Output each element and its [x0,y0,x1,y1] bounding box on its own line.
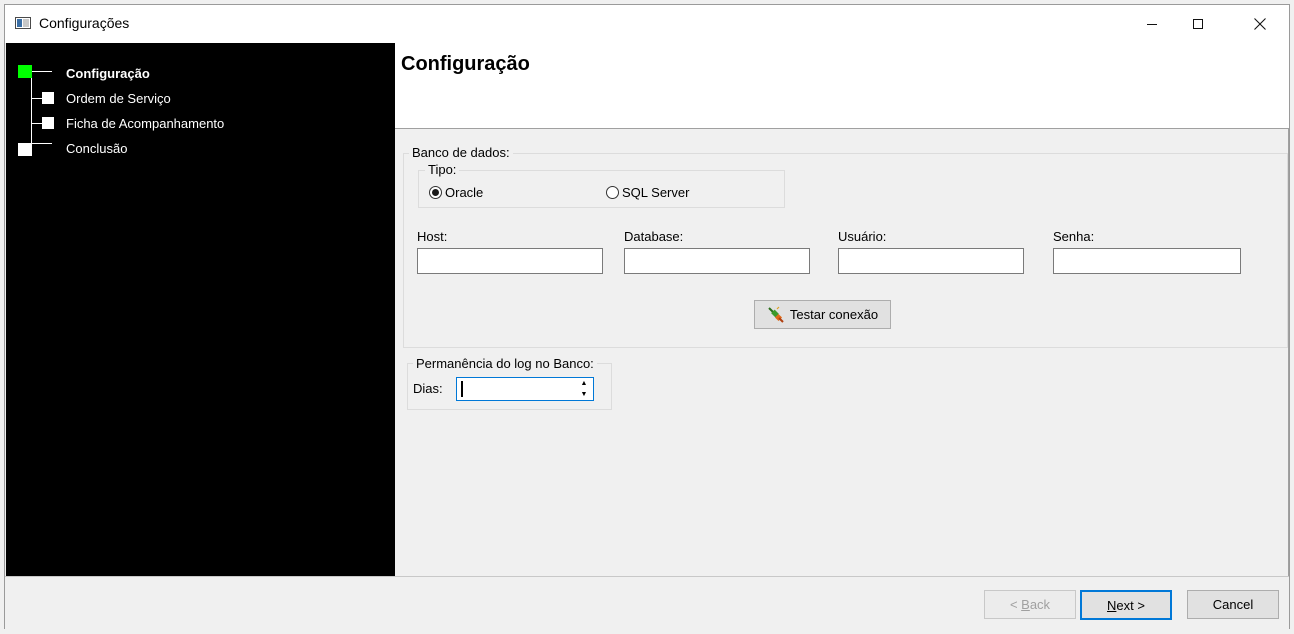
host-field[interactable] [417,248,603,274]
test-connection-label: Testar conexão [789,307,879,322]
settings-content: Banco de dados: Tipo: Oracle SQL Server … [395,129,1289,576]
step-label: Ficha de Acompanhamento [66,116,225,131]
minimize-icon [1147,23,1157,25]
next-button[interactable]: Next > [1080,590,1172,620]
sql-server-radio-label: SQL Server [622,185,690,200]
step-marker-icon [42,117,54,129]
back-label-rest: ack [1029,597,1051,612]
title-bar: Configurações [5,5,1289,43]
minimize-button[interactable] [1129,5,1175,43]
wizard-window: Configurações Configuração Ordem de Serv… [4,4,1290,629]
step-marker-icon [18,143,32,156]
user-field[interactable] [838,248,1024,274]
host-label: Host: [417,229,448,244]
step-active-marker-icon [18,65,32,78]
maximize-button[interactable] [1175,5,1221,43]
tree-branch [32,71,52,72]
app-window-icon [15,17,31,29]
back-prefix: < [1009,597,1022,612]
log-retention-label: Permanência do log no Banco: [413,356,597,371]
tree-branch [32,123,42,124]
radio-unchecked-icon [606,186,619,199]
database-groupbox: Banco de dados: Tipo: Oracle SQL Server … [403,145,1288,348]
next-label-rest: ext > [1116,597,1145,613]
wizard-steps-panel: Configuração Ordem de Serviço Ficha de A… [6,43,395,576]
db-type-label: Tipo: [425,162,460,177]
step-label: Ordem de Serviço [66,91,171,106]
user-label: Usuário: [838,229,887,244]
plug-connection-icon [768,306,784,323]
stepper-buttons: ▲ ▼ [575,378,593,400]
cancel-label: Cancel [1212,597,1254,612]
page-header: Configuração [395,43,1289,129]
text-caret [461,381,463,397]
back-accelerator: B [1021,597,1030,612]
password-field[interactable] [1053,248,1241,274]
stepper-down-arrow-icon[interactable]: ▼ [575,389,593,400]
tree-connector-line [31,71,32,144]
step-label: Configuração [66,66,150,81]
oracle-radio[interactable]: Oracle [429,185,483,200]
days-label: Dias: [413,381,443,396]
step-label: Conclusão [66,141,128,156]
password-label: Senha: [1053,229,1095,244]
window-title: Configurações [39,15,130,31]
tree-branch [32,143,52,144]
days-stepper[interactable]: ▲ ▼ [456,377,594,401]
log-retention-groupbox: Permanência do log no Banco: Dias: ▲ ▼ [407,356,612,410]
page-title: Configuração [401,53,530,75]
database-group-label: Banco de dados: [409,145,513,160]
cancel-button[interactable]: Cancel [1187,590,1279,619]
radio-checked-icon [429,186,442,199]
close-button[interactable] [1237,5,1283,43]
maximize-icon [1193,19,1203,29]
back-button[interactable]: < Back [984,590,1076,619]
close-icon [1254,18,1266,30]
oracle-radio-label: Oracle [445,185,484,200]
db-type-groupbox: Tipo: Oracle SQL Server [418,162,785,208]
stepper-up-arrow-icon[interactable]: ▲ [575,378,593,389]
step-marker-icon [42,92,54,104]
tree-branch [32,98,42,99]
database-field[interactable] [624,248,810,274]
database-label: Database: [624,229,684,244]
test-connection-button[interactable]: Testar conexão [754,300,891,329]
sql-server-radio[interactable]: SQL Server [606,185,689,200]
wizard-footer: < Back Next > Cancel [5,576,1289,629]
next-accelerator: N [1107,597,1117,613]
